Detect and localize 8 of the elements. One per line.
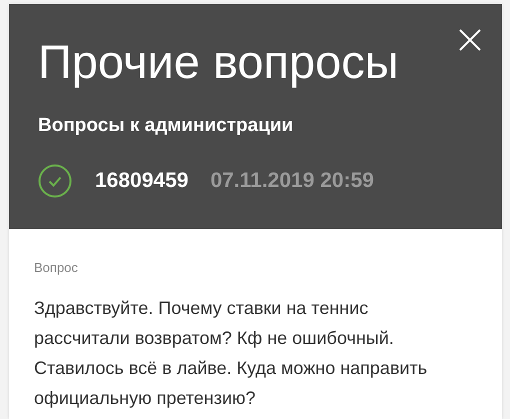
close-icon [458,28,482,52]
close-button[interactable] [458,28,482,52]
question-text: Здравствуйте. Почему ставки на теннис рассчитали возвратом? Кф не ошибочный. Ставилось всё в лайве. Куда можно направить официальную претензию? [34,297,428,410]
ticket-number: 16809459 [95,169,188,193]
page-title: Прочие вопросы [38,34,400,90]
category-title: Вопросы к администрации [38,114,294,138]
ticket-datetime: 07.11.2019 20:59 [210,169,374,193]
section-label: Вопрос [34,259,79,277]
